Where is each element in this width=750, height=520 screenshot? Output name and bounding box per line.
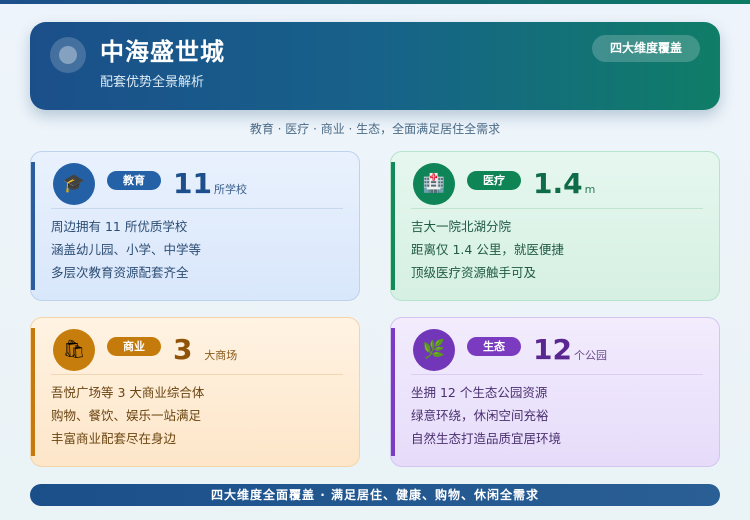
description-line: 吉大一院北湖分院 [411, 219, 512, 234]
category-tag: 医疗 [467, 171, 521, 190]
page-subtitle: 配套优势全景解析 [100, 75, 205, 90]
card-accent-strip [31, 328, 35, 456]
card-description: 坐拥 12 个生态公园资源 绿意环绕，休闲空间充裕 自然生态打造品质宜居环境 [411, 381, 561, 450]
description-line: 多层次教育资源配套齐全 [51, 265, 189, 280]
card-accent-strip [31, 162, 35, 290]
card-education: 🎓 教育 11 所学校 周边拥有 11 所优质学校 涵盖幼儿园、小学、中学等 多层… [30, 151, 360, 301]
card-description: 吾悦广场等 3 大商业综合体 购物、餐饮、娱乐一站满足 丰富商业配套尽在身边 [51, 381, 204, 450]
page-title: 中海盛世城 [100, 38, 225, 66]
graduation-cap-icon: 🎓 [53, 163, 95, 205]
description-line: 吾悦广场等 3 大商业综合体 [51, 385, 205, 400]
card-ecology: 🌿 生态 12 个公园 坐拥 12 个生态公园资源 绿意环绕，休闲空间充裕 自然生… [390, 317, 720, 467]
stat-number: 3 大商场 [173, 333, 238, 366]
stat-unit: 个公园 [573, 349, 607, 362]
category-tag: 教育 [107, 171, 161, 190]
description-line: 周边拥有 11 所优质学校 [51, 219, 188, 234]
stat-number: 12 个公园 [533, 333, 607, 366]
description-line: 距离仅 1.4 公里，就医便捷 [411, 242, 564, 257]
tagline: 教育 · 医疗 · 商业 · 生态，全面满足居住全需求 [249, 122, 501, 136]
coverage-badge: 四大维度覆盖 [592, 35, 700, 62]
footer-banner: 四大维度全面覆盖 · 满足居住、健康、购物、休闲全需求 [30, 484, 720, 506]
shopping-bags-icon: 🛍 [53, 329, 95, 371]
card-description: 吉大一院北湖分院 距离仅 1.4 公里，就医便捷 顶级医疗资源触手可及 [411, 215, 564, 284]
card-accent-strip [391, 162, 395, 290]
description-line: 顶级医疗资源触手可及 [411, 265, 537, 280]
leaf-icon: 🌿 [413, 329, 455, 371]
description-line: 购物、餐饮、娱乐一站满足 [51, 408, 202, 423]
card-description: 周边拥有 11 所优质学校 涵盖幼儿园、小学、中学等 多层次教育资源配套齐全 [51, 215, 201, 284]
description-line: 自然生态打造品质宜居环境 [411, 431, 562, 446]
card-medical: 🏥 医疗 1.4 m 吉大一院北湖分院 距离仅 1.4 公里，就医便捷 顶级医疗资… [390, 151, 720, 301]
divider [51, 374, 343, 375]
category-tag: 生态 [467, 337, 521, 356]
card-accent-strip [391, 328, 395, 456]
category-tag: 商业 [107, 337, 161, 356]
stat-unit: 所学校 [213, 183, 247, 196]
card-commerce: 🛍 商业 3 大商场 吾悦广场等 3 大商业综合体 购物、餐饮、娱乐一站满足 丰… [30, 317, 360, 467]
hospital-icon: 🏥 [413, 163, 455, 205]
stat-number: 11 所学校 [173, 167, 247, 200]
divider [51, 208, 343, 209]
header-banner: 中海盛世城 配套优势全景解析 四大维度覆盖 [30, 22, 720, 110]
stat-number: 1.4 m [533, 167, 596, 200]
stat-unit: 大商场 [204, 349, 238, 362]
top-accent-bar [0, 0, 750, 4]
description-line: 绿意环绕，休闲空间充裕 [411, 408, 549, 423]
divider [411, 374, 703, 375]
description-line: 涵盖幼儿园、小学、中学等 [51, 242, 202, 257]
description-line: 丰富商业配套尽在身边 [51, 431, 177, 446]
stat-unit: m [584, 183, 596, 196]
logo-icon [50, 37, 86, 73]
divider [411, 208, 703, 209]
description-line: 坐拥 12 个生态公园资源 [411, 385, 548, 400]
